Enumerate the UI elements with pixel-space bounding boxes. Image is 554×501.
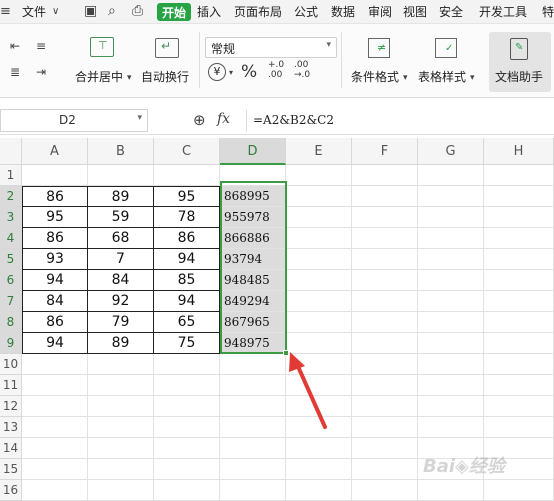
arrow-head bbox=[289, 352, 305, 372]
watermark-logo: Bai◈经验 bbox=[423, 452, 549, 478]
annotation-arrow bbox=[289, 352, 327, 429]
watermark-text: Bai◈经验 bbox=[423, 456, 505, 477]
arrow-shaft bbox=[294, 360, 327, 429]
